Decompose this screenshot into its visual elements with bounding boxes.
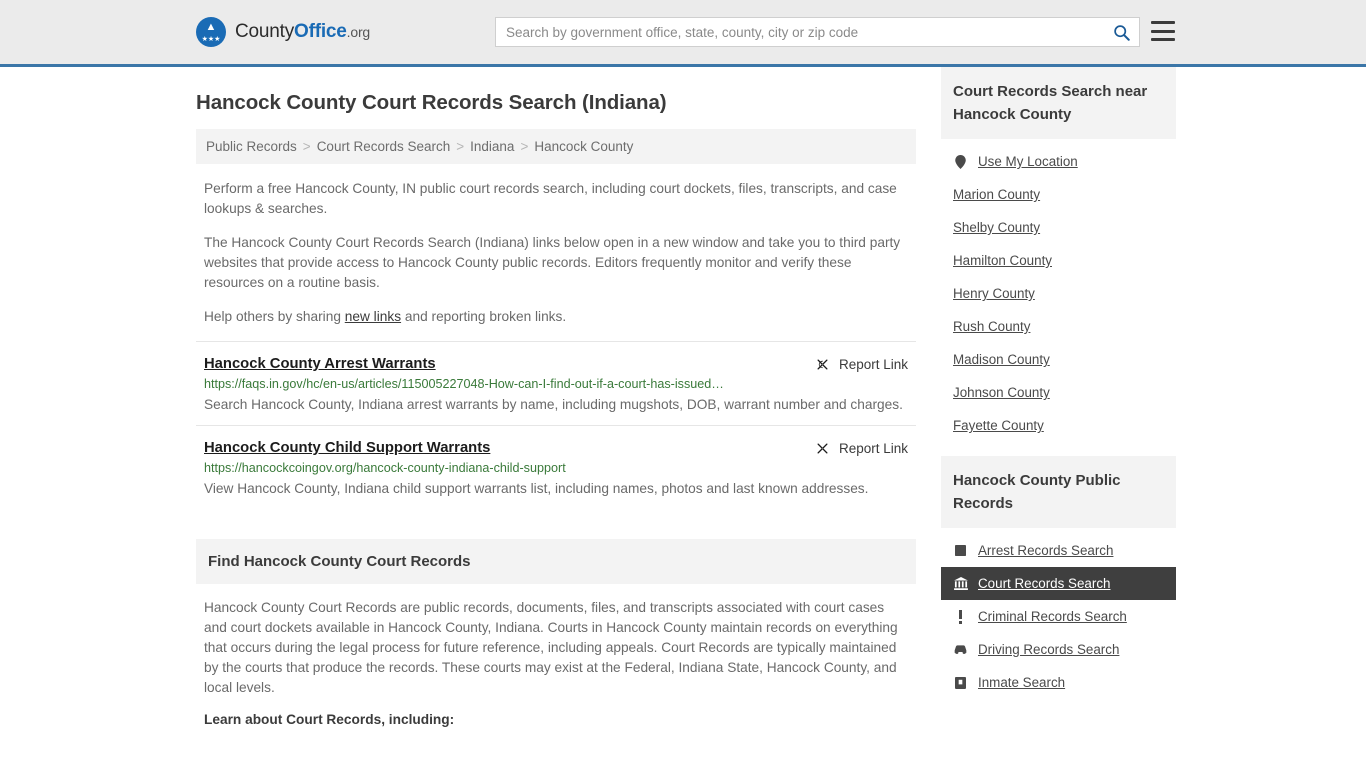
breadcrumb-item-public-records[interactable]: Public Records — [206, 139, 297, 154]
sidebar-item-court-records-search[interactable]: Court Records Search — [941, 567, 1176, 600]
sidebar-item-label: Shelby County — [953, 220, 1041, 235]
breadcrumb: Public Records > Court Records Search > Indi… — [196, 129, 916, 164]
find-records-heading: Find Hancock County Court Records — [208, 553, 471, 570]
share-text-after: and reporting broken links. — [401, 309, 567, 324]
sidebar-item-label: Rush County — [953, 319, 1031, 334]
intro-paragraph-1: Perform a free Hancock County, IN public… — [204, 181, 897, 216]
breadcrumb-separator: > — [456, 139, 465, 154]
brand-prefix: County — [235, 21, 295, 42]
broken-link-icon — [817, 359, 828, 370]
sidebar-item-label: Madison County — [953, 352, 1050, 367]
sidebar-item-label: Arrest Records Search — [978, 543, 1114, 558]
sidebar-item-label: Fayette County — [953, 418, 1044, 433]
result-item: Hancock County Arrest Warrants Report Li… — [196, 341, 916, 425]
stars-icon: ★★★ — [201, 36, 221, 43]
sidebar-item-label: Court Records Search — [978, 576, 1111, 591]
page-body: Hancock County Court Records Search (Ind… — [0, 67, 1366, 727]
sidebar-item-label: Driving Records Search — [978, 642, 1120, 657]
result-title-link[interactable]: Hancock County Child Support Warrants — [204, 440, 490, 456]
sidebar-item-marion-county[interactable]: Marion County — [941, 178, 1176, 211]
sidebar-item-shelby-county[interactable]: Shelby County — [941, 211, 1176, 244]
sidebar-item-driving-records-search[interactable]: Driving Records Search — [941, 633, 1176, 666]
sidebar-item-label: Hamilton County — [953, 253, 1052, 268]
report-link-button[interactable]: Report Link — [815, 356, 908, 372]
breadcrumb-item-indiana[interactable]: Indiana — [470, 139, 514, 154]
sidebar-item-label: Johnson County — [953, 385, 1050, 400]
report-link-label: Report Link — [838, 357, 908, 372]
sidebar-item-use-my-location[interactable]: Use My Location — [941, 145, 1176, 178]
sidebar-item-inmate-search[interactable]: Inmate Search — [941, 666, 1176, 699]
intro-paragraph-2: The Hancock County Court Records Search … — [204, 235, 901, 290]
public-records-heading: Hancock County Public Records — [941, 456, 1176, 528]
car-icon — [953, 642, 968, 657]
result-header: Hancock County Child Support Warrants Re… — [204, 440, 908, 456]
map-pin-icon — [953, 154, 968, 169]
nearby-searches-list: Use My Location Marion County Shelby Cou… — [941, 139, 1176, 442]
result-url: https://hancockcoingov.org/hancock-count… — [204, 461, 566, 475]
search-icon — [1113, 24, 1130, 41]
fingerprint-icon — [953, 543, 968, 558]
jail-icon — [953, 675, 968, 690]
brand-bold: Office — [294, 21, 347, 42]
search-button[interactable] — [1103, 18, 1139, 46]
breadcrumb-item-court-records-search[interactable]: Court Records Search — [317, 139, 451, 154]
site-header: ▲ ★★★ CountyOffice.org — [0, 0, 1366, 67]
brand-wordmark: CountyOffice.org — [235, 21, 370, 43]
sidebar-item-label: Use My Location — [978, 154, 1078, 169]
courthouse-icon — [953, 576, 968, 591]
sidebar-item-label: Marion County — [953, 187, 1041, 202]
sidebar-item-henry-county[interactable]: Henry County — [941, 277, 1176, 310]
breadcrumb-item-hancock-county[interactable]: Hancock County — [534, 139, 633, 154]
result-title-link[interactable]: Hancock County Arrest Warrants — [204, 356, 436, 372]
page-title: Hancock County Court Records Search (Ind… — [196, 91, 667, 114]
hamburger-menu-icon[interactable] — [1151, 21, 1175, 41]
result-item: Hancock County Child Support Warrants Re… — [196, 425, 916, 509]
search-input[interactable] — [496, 18, 1103, 46]
public-records-panel: Hancock County Public Records Arrest Rec… — [941, 456, 1176, 699]
sidebar-item-johnson-county[interactable]: Johnson County — [941, 376, 1176, 409]
main-column: Hancock County Court Records Search (Ind… — [196, 67, 916, 727]
nearby-searches-panel: Court Records Search near Hancock County… — [941, 67, 1176, 442]
nearby-searches-heading: Court Records Search near Hancock County — [941, 67, 1176, 139]
learn-about-subheading: Learn about Court Records, including: — [204, 712, 455, 727]
sidebar-item-rush-county[interactable]: Rush County — [941, 310, 1176, 343]
breadcrumb-separator: > — [520, 139, 529, 154]
sidebar-item-label: Inmate Search — [978, 675, 1066, 690]
breadcrumb-separator: > — [302, 139, 311, 154]
find-records-section-header: Find Hancock County Court Records — [196, 539, 916, 584]
sidebar-item-hamilton-county[interactable]: Hamilton County — [941, 244, 1176, 277]
sidebar-item-label: Criminal Records Search — [978, 609, 1127, 624]
content-row: Hancock County Court Records Search (Ind… — [0, 67, 1366, 727]
new-links-link[interactable]: new links — [345, 309, 401, 324]
search-bar — [495, 17, 1140, 47]
sidebar-item-madison-county[interactable]: Madison County — [941, 343, 1176, 376]
sidebar-item-criminal-records-search[interactable]: Criminal Records Search — [941, 600, 1176, 633]
public-records-list: Arrest Records Search Court Records Sear… — [941, 528, 1176, 699]
intro-paragraph-3: Help others by sharing new links and rep… — [196, 307, 916, 327]
exclamation-icon — [953, 609, 968, 624]
result-url: https://faqs.in.gov/hc/en-us/articles/11… — [204, 377, 724, 391]
county-office-eagle-logo: ▲ ★★★ — [196, 17, 226, 47]
result-description: View Hancock County, Indiana child suppo… — [204, 481, 869, 496]
broken-link-icon — [817, 443, 828, 454]
eagle-icon: ▲ — [205, 21, 217, 33]
sidebar-item-fayette-county[interactable]: Fayette County — [941, 409, 1176, 442]
sidebar-item-arrest-records-search[interactable]: Arrest Records Search — [941, 534, 1176, 567]
site-logo-link[interactable]: ▲ ★★★ CountyOffice.org — [196, 17, 370, 47]
result-header: Hancock County Arrest Warrants Report Li… — [204, 356, 908, 372]
brand-suffix: .org — [346, 24, 371, 40]
share-text-before: Help others by sharing — [204, 309, 345, 324]
report-link-button[interactable]: Report Link — [815, 440, 908, 456]
sidebar: Court Records Search near Hancock County… — [941, 67, 1176, 713]
report-link-label: Report Link — [838, 441, 908, 456]
sidebar-item-label: Henry County — [953, 286, 1035, 301]
result-description: Search Hancock County, Indiana arrest wa… — [204, 397, 903, 412]
find-records-body: Hancock County Court Records are public … — [204, 600, 898, 695]
